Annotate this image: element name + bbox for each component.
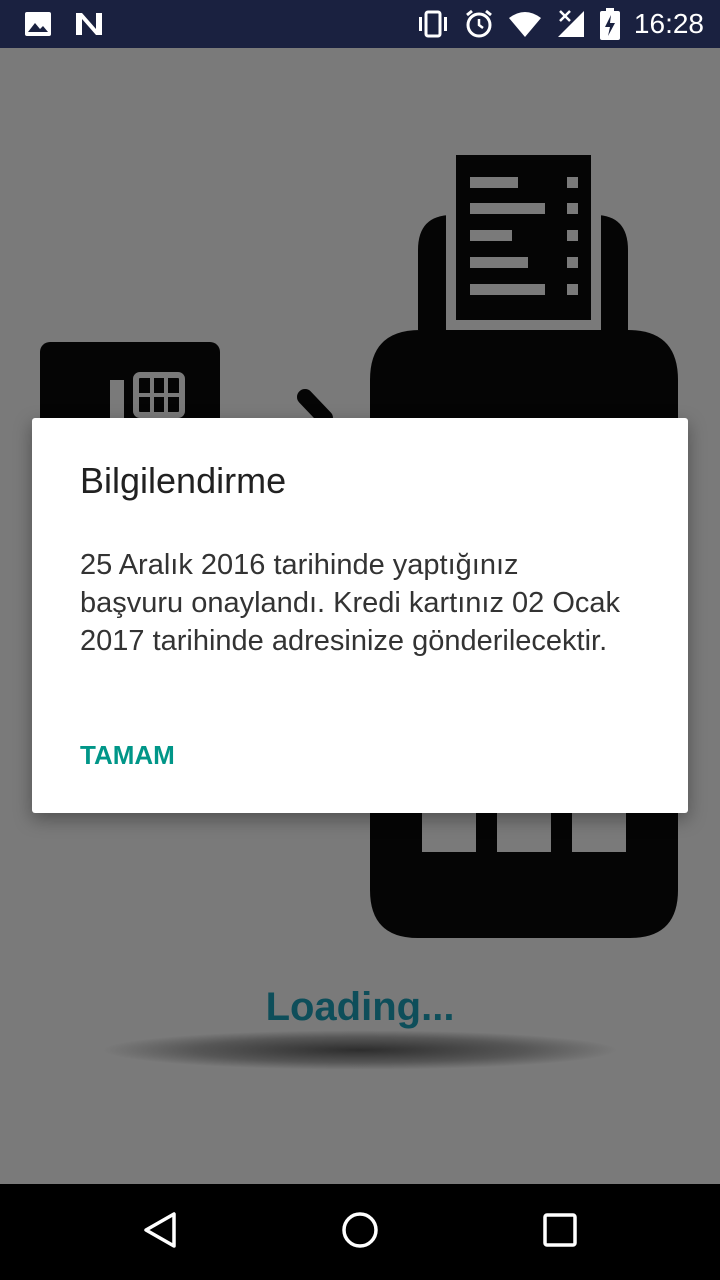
image-icon: [24, 11, 52, 37]
home-button[interactable]: [300, 1184, 420, 1280]
status-time: 16:28: [633, 8, 704, 39]
ok-button[interactable]: TAMAM: [80, 740, 175, 771]
battery-charging-icon: [599, 8, 620, 40]
loading-text: Loading...: [265, 985, 455, 1029]
terminal-bottom-illustration: [370, 812, 678, 938]
n-notification-icon: [74, 11, 104, 37]
dialog-message: 25 Aralık 2016 tarihinde yaptığınız başv…: [80, 549, 621, 657]
alarm-icon: [464, 9, 494, 39]
back-button[interactable]: [100, 1184, 220, 1280]
terminal-top-illustration: [370, 150, 678, 420]
dialog-title: Bilgilendirme: [80, 460, 287, 501]
vibrate-icon: [416, 10, 450, 38]
recents-button[interactable]: [500, 1184, 620, 1280]
screen: 16:28 Loading... Bilgilendirme 25 Aralık…: [0, 0, 720, 1280]
back-icon: [140, 1210, 180, 1255]
navigation-bar: [0, 1184, 720, 1280]
signal-icon: [556, 9, 586, 39]
recents-icon: [540, 1210, 580, 1255]
loading-shadow: [100, 1030, 620, 1070]
wifi-icon: [508, 10, 542, 38]
status-bar: 16:28: [0, 0, 720, 48]
info-dialog: Bilgilendirme 25 Aralık 2016 tarihinde y…: [32, 418, 688, 813]
home-icon: [340, 1210, 380, 1255]
